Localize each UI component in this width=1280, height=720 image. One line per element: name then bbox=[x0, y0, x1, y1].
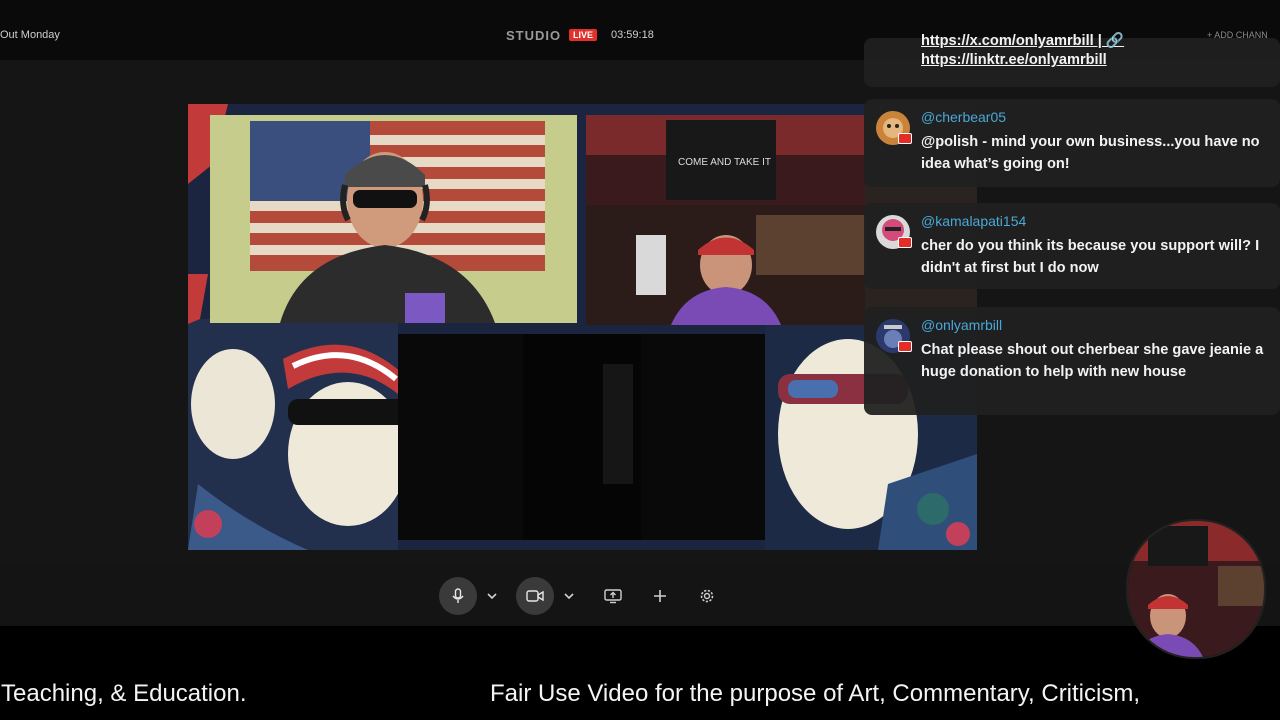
elapsed-timer: 03:59:18 bbox=[611, 29, 654, 41]
guest-video-feed: COME AND TAKE IT bbox=[586, 115, 865, 325]
settings-button[interactable] bbox=[688, 577, 726, 615]
camera-button[interactable] bbox=[516, 577, 554, 615]
microphone-button[interactable] bbox=[439, 577, 477, 615]
third-video-tile[interactable] bbox=[398, 334, 765, 540]
add-button[interactable] bbox=[641, 577, 679, 615]
plus-icon bbox=[654, 590, 666, 602]
share-screen-icon bbox=[604, 589, 622, 604]
live-badge: LIVE bbox=[569, 29, 598, 41]
microphone-icon bbox=[452, 588, 464, 603]
chat-link-linktree[interactable]: https://linktr.ee/onlyamrbill bbox=[921, 52, 1107, 68]
guest-video-tile[interactable]: COME AND TAKE IT bbox=[586, 115, 865, 325]
camera-icon bbox=[526, 590, 544, 602]
show-title: Out Monday bbox=[0, 29, 60, 41]
chat-username[interactable]: @onlyamrbill bbox=[921, 317, 1002, 333]
chat-text: @polish - mind your own business...you h… bbox=[921, 134, 1260, 172]
host-video-tile[interactable] bbox=[210, 115, 577, 323]
broadcast-canvas: COME AND TAKE IT bbox=[188, 104, 977, 550]
fair-use-ticker: Teaching, & Education. Fair Use Video fo… bbox=[0, 676, 1280, 716]
chat-message: @kamalapati154 cher do you think its bec… bbox=[864, 203, 1280, 289]
chevron-down-icon bbox=[487, 593, 497, 600]
chat-message: @cherbear05 @polish - mind your own busi… bbox=[864, 99, 1280, 187]
youtube-icon bbox=[898, 341, 912, 352]
chevron-down-icon bbox=[564, 593, 574, 600]
third-video-feed bbox=[398, 334, 765, 540]
flag-banner-text: COME AND TAKE IT bbox=[678, 157, 771, 168]
chat-username[interactable]: @kamalapati154 bbox=[921, 213, 1026, 229]
share-screen-button[interactable] bbox=[594, 577, 632, 615]
ticker-segment-left: Teaching, & Education. bbox=[1, 680, 247, 707]
host-video-feed bbox=[210, 115, 577, 323]
youtube-icon bbox=[898, 237, 912, 248]
studio-controls-bar bbox=[0, 566, 1280, 626]
chat-message: @onlyamrbill Chat please shout out cherb… bbox=[864, 307, 1280, 415]
camera-options-toggle[interactable] bbox=[561, 588, 577, 604]
pip-video-feed bbox=[1128, 521, 1264, 657]
youtube-icon bbox=[898, 133, 912, 144]
gear-icon bbox=[700, 589, 714, 603]
studio-logo: STUDIO bbox=[506, 28, 562, 43]
pip-webcam-bubble bbox=[1126, 519, 1266, 659]
chat-link-x[interactable]: https://x.com/onlyamrbill | 🔗 bbox=[921, 31, 1124, 49]
ticker-segment-right: Fair Use Video for the purpose of Art, C… bbox=[490, 680, 1141, 707]
mic-options-toggle[interactable] bbox=[484, 588, 500, 604]
chat-text: cher do you think its because you suppor… bbox=[921, 238, 1260, 276]
chat-username[interactable]: @cherbear05 bbox=[921, 109, 1006, 125]
chat-text: Chat please shout out cherbear she gave … bbox=[921, 342, 1264, 380]
